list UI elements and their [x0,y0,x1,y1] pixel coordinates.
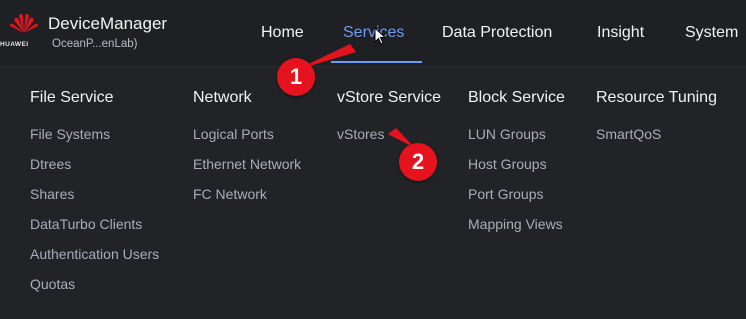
huawei-logo-icon [10,13,38,33]
menu-item-dataturbo-clients[interactable]: DataTurbo Clients [30,216,142,232]
menu-item-port-groups[interactable]: Port Groups [468,186,543,202]
menu-item-host-groups[interactable]: Host Groups [468,156,547,172]
menu-item-shares[interactable]: Shares [30,186,74,202]
step-1-badge: 1 [277,58,315,96]
menu-item-lun-groups[interactable]: LUN Groups [468,126,546,142]
app-title: DeviceManager [48,14,168,33]
menu-item-smartqos[interactable]: SmartQoS [596,126,661,142]
menu-item-authentication-users[interactable]: Authentication Users [30,246,159,262]
top-navigation-bar: HUAWEI DeviceManager OceanP...enLab) Hom… [0,0,746,66]
device-name[interactable]: OceanP...enLab) [52,38,137,50]
menu-item-file-systems[interactable]: File Systems [30,126,110,142]
step-2-badge: 2 [399,143,437,181]
menu-item-fc-network[interactable]: FC Network [193,186,267,202]
menu-item-logical-ports[interactable]: Logical Ports [193,126,274,142]
nav-home[interactable]: Home [261,24,304,42]
menu-heading-block-service: Block Service [468,89,565,106]
menu-heading-resource-tuning: Resource Tuning [596,89,717,106]
active-tab-indicator [331,61,422,63]
logo-wordmark: HUAWEI [0,41,29,48]
menu-heading-file-service: File Service [30,89,114,106]
menu-heading-network: Network [193,89,252,106]
nav-insight[interactable]: Insight [597,24,644,42]
menu-heading-vstore-service: vStore Service [337,89,442,106]
menu-item-mapping-views[interactable]: Mapping Views [468,216,563,232]
nav-system[interactable]: System [685,24,738,42]
mouse-cursor-icon [374,27,386,45]
menu-item-quotas[interactable]: Quotas [30,276,75,292]
menu-item-dtrees[interactable]: Dtrees [30,156,71,172]
menu-item-ethernet-network[interactable]: Ethernet Network [193,156,301,172]
nav-data-protection[interactable]: Data Protection [442,24,552,42]
menu-item-vstores[interactable]: vStores [337,126,384,142]
